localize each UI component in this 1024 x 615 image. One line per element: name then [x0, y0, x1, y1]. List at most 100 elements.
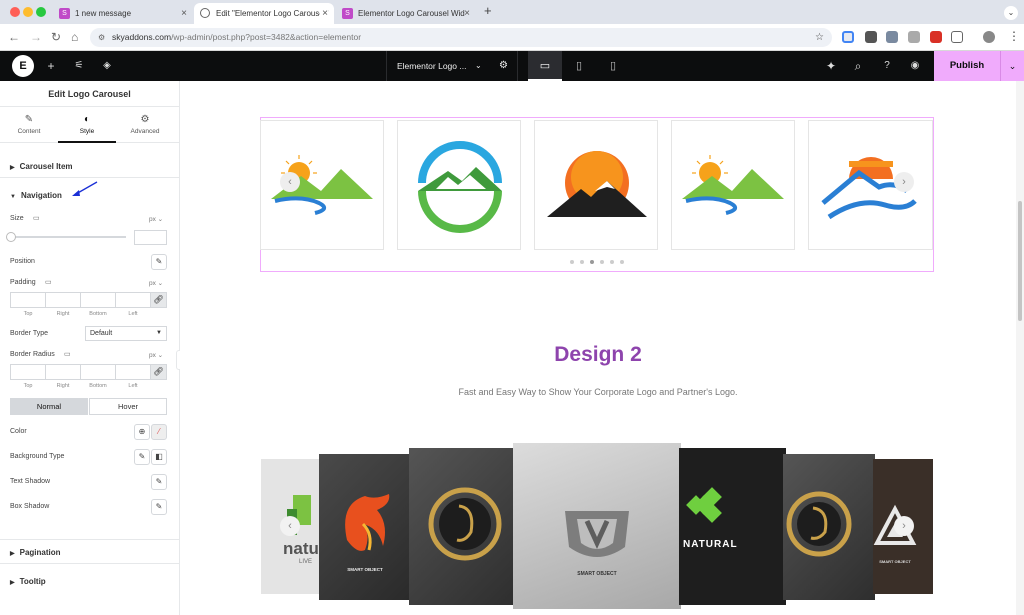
carousel-prev-arrow-icon[interactable]: ‹: [280, 172, 300, 192]
section-tooltip[interactable]: ▶ Tooltip: [0, 571, 179, 593]
pagination-dot[interactable]: [580, 260, 584, 264]
pagination-dot-active[interactable]: [590, 260, 594, 264]
radius-right-input[interactable]: [45, 364, 81, 380]
responsive-desktop-icon[interactable]: ▭: [64, 350, 71, 358]
logo-card[interactable]: [534, 120, 658, 250]
section-carousel-item[interactable]: ▶ Carousel Item: [0, 156, 179, 178]
logo-carousel-design-1[interactable]: ‹ ›: [260, 117, 934, 272]
padding-unit-select[interactable]: px ⌄: [149, 279, 163, 287]
red-extension-icon[interactable]: [930, 31, 942, 43]
home-icon[interactable]: ⌂: [71, 30, 78, 44]
tablet-view-icon[interactable]: ▯: [562, 51, 596, 81]
color-picker-swatch[interactable]: ⁄: [151, 424, 167, 440]
browser-tab-edit[interactable]: Edit "Elementor Logo Carousel" ×: [194, 3, 334, 24]
radius-top-input[interactable]: [10, 364, 46, 380]
desktop-view-icon[interactable]: ▭: [528, 51, 562, 81]
new-tab-button[interactable]: +: [484, 3, 492, 18]
global-colors-globe-icon[interactable]: ⊕: [134, 424, 150, 440]
tab-normal[interactable]: Normal: [10, 398, 88, 415]
add-element-icon[interactable]: +: [42, 51, 60, 81]
responsive-desktop-icon[interactable]: ▭: [45, 278, 52, 286]
zoom-window-icon[interactable]: [36, 7, 46, 17]
close-tab-icon[interactable]: ×: [464, 3, 470, 24]
tab-content[interactable]: ✎ Content: [0, 107, 58, 143]
classic-brush-icon[interactable]: ✎: [134, 449, 150, 465]
browser-tab-widget[interactable]: S Elementor Logo Carousel Wid ×: [336, 3, 476, 24]
scrollbar-thumb[interactable]: [1018, 201, 1022, 321]
section-pagination[interactable]: ▶ Pagination: [0, 542, 179, 564]
shield-extension-icon[interactable]: [865, 31, 877, 43]
size-slider-track[interactable]: [10, 236, 126, 238]
publish-button[interactable]: Publish: [934, 51, 1000, 81]
text-shadow-edit-pencil-icon[interactable]: ✎: [151, 474, 167, 490]
close-tab-icon[interactable]: ×: [181, 3, 187, 24]
carousel-prev-arrow-icon[interactable]: ‹: [280, 516, 300, 536]
tab-search-icon[interactable]: ⌄: [1004, 6, 1018, 20]
canvas-scrollbar[interactable]: [1016, 81, 1024, 615]
pagination-dot[interactable]: [570, 260, 574, 264]
logo-slide-shield-active[interactable]: SMART OBJECT: [513, 443, 681, 609]
back-icon[interactable]: ←: [8, 30, 20, 44]
pagination-dot[interactable]: [600, 260, 604, 264]
padding-link-icon[interactable]: 🔗︎: [150, 292, 167, 308]
tab-style[interactable]: ◐ Style: [58, 107, 116, 143]
close-tab-icon[interactable]: ×: [320, 3, 328, 24]
extension-icon[interactable]: [842, 31, 854, 43]
tab-hover[interactable]: Hover: [89, 398, 167, 415]
reload-icon[interactable]: ↻: [51, 30, 61, 44]
pagination-dot[interactable]: [620, 260, 624, 264]
padding-left-input[interactable]: [115, 292, 151, 308]
responsive-desktop-icon[interactable]: ▭: [33, 214, 40, 222]
preview-eye-icon[interactable]: ◉: [906, 51, 924, 81]
structure-layers-icon[interactable]: ◈: [98, 51, 116, 81]
help-icon[interactable]: ?: [878, 51, 896, 81]
logo-card[interactable]: [671, 120, 795, 250]
radius-link-icon[interactable]: 🔗︎: [150, 364, 167, 380]
logo-card[interactable]: [808, 120, 933, 250]
image-extension-icon[interactable]: [908, 31, 920, 43]
url-domain: skyaddons.com: [112, 32, 172, 42]
padding-top-input[interactable]: [10, 292, 46, 308]
logo-card[interactable]: [397, 120, 521, 250]
border-type-select[interactable]: Default ▼: [85, 326, 167, 341]
forward-icon[interactable]: →: [30, 30, 42, 44]
carousel-next-arrow-icon[interactable]: ›: [894, 172, 914, 192]
translate-extension-icon[interactable]: [886, 31, 898, 43]
puzzle-extensions-icon[interactable]: [951, 31, 963, 43]
padding-bottom-input[interactable]: [80, 292, 116, 308]
chrome-menu-icon[interactable]: ⋮: [1008, 29, 1020, 43]
position-edit-pencil-icon[interactable]: ✎: [151, 254, 167, 270]
bookmark-star-icon[interactable]: ☆: [815, 28, 824, 47]
logo-slide-emblem[interactable]: [409, 448, 516, 605]
logo-slide-phoenix[interactable]: SMART OBJECT: [319, 454, 411, 600]
radius-bottom-input[interactable]: [80, 364, 116, 380]
page-selector[interactable]: Elementor Logo ... ⌄ ⚙: [386, 51, 518, 81]
search-icon[interactable]: ⌕: [849, 51, 867, 81]
close-window-icon[interactable]: [10, 7, 20, 17]
radius-left-input[interactable]: [115, 364, 151, 380]
size-slider-handle[interactable]: [6, 232, 16, 242]
profile-avatar[interactable]: [983, 31, 995, 43]
logo-slide-emblem-right[interactable]: [783, 454, 875, 600]
notifications-megaphone-icon[interactable]: ✦: [822, 51, 840, 81]
box-shadow-edit-pencil-icon[interactable]: ✎: [151, 499, 167, 515]
browser-tab-message[interactable]: S 1 new message ×: [53, 3, 193, 24]
publish-options-chevron-icon[interactable]: ⌄: [1000, 51, 1024, 81]
minimize-window-icon[interactable]: [23, 7, 33, 17]
site-settings-sliders-icon[interactable]: ⚟: [70, 51, 88, 81]
logo-slide-natural[interactable]: NATURAL: [679, 448, 786, 605]
page-settings-gear-icon[interactable]: ⚙: [499, 51, 508, 81]
elementor-logo-icon[interactable]: E: [12, 55, 34, 77]
site-settings-icon[interactable]: ⚙: [98, 28, 105, 47]
mobile-view-icon[interactable]: ▯: [596, 51, 630, 81]
gradient-icon[interactable]: ◧: [151, 449, 167, 465]
size-unit-select[interactable]: px ⌄: [149, 215, 163, 223]
size-input[interactable]: [134, 230, 167, 245]
tab-advanced[interactable]: ⚙ Advanced: [116, 107, 174, 143]
url-field[interactable]: ⚙ skyaddons.com/wp-admin/post.php?post=3…: [90, 28, 832, 47]
pagination-dot[interactable]: [610, 260, 614, 264]
carousel-next-arrow-icon[interactable]: ›: [894, 516, 914, 536]
logo-card[interactable]: [260, 120, 384, 250]
padding-right-input[interactable]: [45, 292, 81, 308]
border-radius-unit-select[interactable]: px ⌄: [149, 351, 163, 359]
